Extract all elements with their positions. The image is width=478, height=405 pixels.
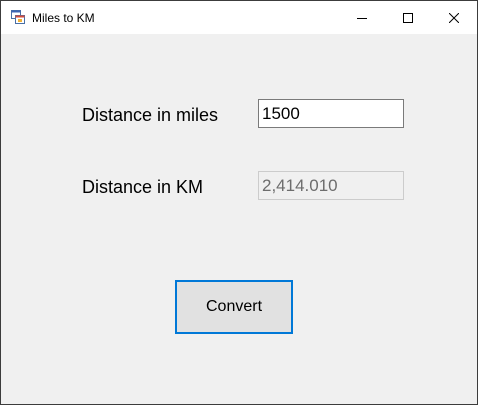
convert-button[interactable]: Convert (175, 280, 293, 334)
close-button[interactable] (431, 1, 477, 34)
miles-input[interactable] (258, 99, 404, 128)
close-icon (449, 12, 459, 23)
miles-label: Distance in miles (82, 105, 219, 125)
window-title: Miles to KM (32, 11, 95, 25)
app-icon (11, 10, 25, 24)
km-output (258, 171, 404, 200)
km-label: Distance in KM (82, 177, 204, 197)
app-window: Miles to KM Distance in miles Distance i… (0, 0, 478, 405)
minimize-button[interactable] (339, 1, 385, 34)
title-bar[interactable]: Miles to KM (1, 1, 477, 34)
maximize-button[interactable] (385, 1, 431, 34)
minimize-icon (357, 17, 367, 19)
maximize-icon (403, 12, 413, 23)
form-client-area: Distance in miles Distance in KM Convert (1, 34, 477, 404)
